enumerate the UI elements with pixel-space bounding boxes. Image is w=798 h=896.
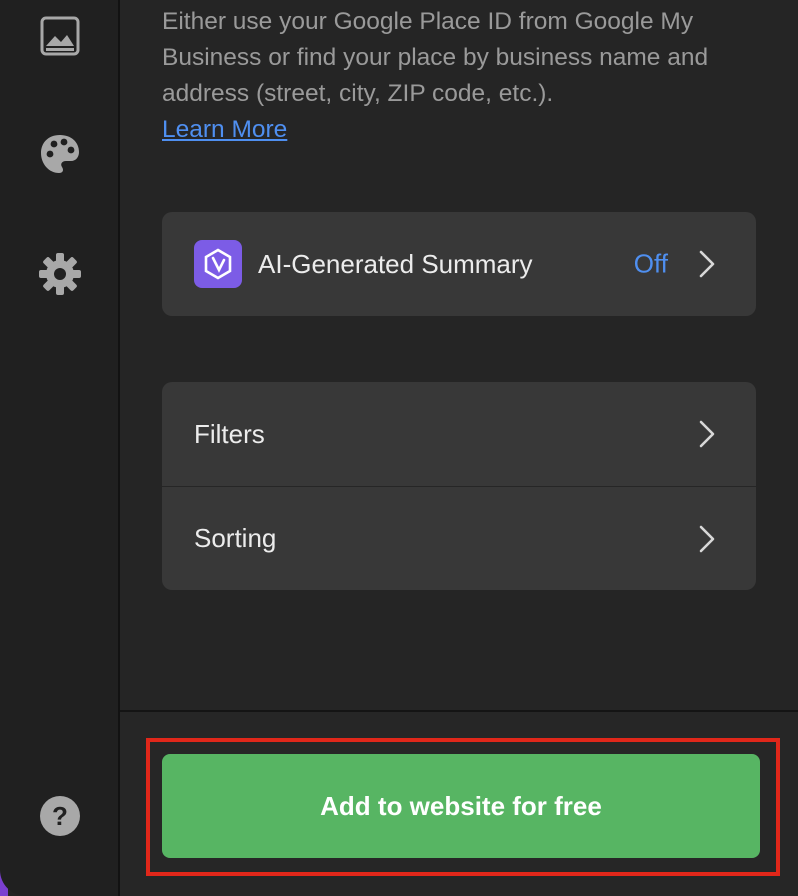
ai-summary-status: Off [633,248,668,279]
learn-more-link[interactable]: Learn More [162,116,287,143]
sidebar-item-help[interactable]: ? [38,794,82,838]
chevron-right-icon [699,420,715,448]
footer-bar: Add to website for free [120,710,798,896]
ai-hexagon-icon [194,240,242,288]
palette-icon [41,135,79,173]
help-icon: ? [40,796,80,836]
description-text: Either use your Google Place ID from Goo… [162,8,709,107]
chevron-right-icon [699,250,715,278]
sidebar-item-image[interactable] [38,14,82,58]
sorting-label: Sorting [194,523,277,553]
app-window: ? Either use your Google Place ID from G… [0,0,798,896]
ai-summary-row[interactable]: AI-Generated Summary Off [162,212,756,316]
settings-card: Filters Sorting [162,382,756,590]
ai-summary-card: AI-Generated Summary Off [162,212,756,316]
sidebar-item-style[interactable] [38,132,82,176]
ai-summary-label: AI-Generated Summary [258,248,533,279]
help-icon-glyph: ? [52,801,68,831]
add-to-website-button[interactable]: Add to website for free [162,754,760,858]
image-icon [40,16,80,56]
main-panel: Either use your Google Place ID from Goo… [120,0,798,896]
settings-row-filters[interactable]: Filters [162,382,756,486]
settings-row-sorting[interactable]: Sorting [162,486,756,590]
chevron-right-icon [699,525,715,552]
sidebar: ? [0,0,120,896]
place-id-description: Either use your Google Place ID from Goo… [162,4,762,148]
gear-icon [39,253,81,295]
sidebar-item-settings[interactable] [38,252,82,296]
filters-label: Filters [194,418,265,449]
